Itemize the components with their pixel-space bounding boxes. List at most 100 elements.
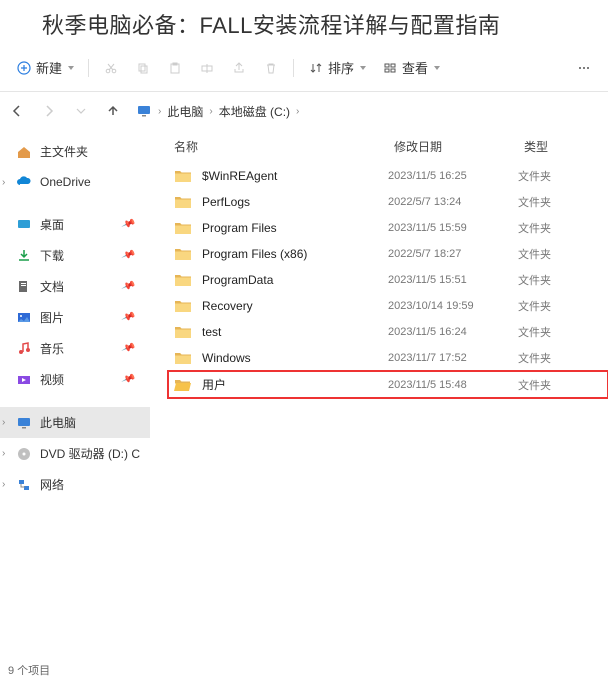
copy-button[interactable] <box>127 56 159 80</box>
trash-icon <box>263 60 279 76</box>
sort-label: 排序 <box>328 58 354 77</box>
file-row[interactable]: 用户2023/11/5 15:48文件夹 <box>168 371 608 398</box>
file-name: Windows <box>202 351 251 365</box>
expand-icon[interactable]: › <box>2 177 5 188</box>
file-row[interactable]: test2023/11/5 16:24文件夹 <box>168 319 608 345</box>
paste-button[interactable] <box>159 56 191 80</box>
sidebar-item-pictures[interactable]: 图片 📌 <box>0 302 150 333</box>
file-type: 文件夹 <box>518 220 598 236</box>
file-row[interactable]: PerfLogs2022/5/7 13:24文件夹 <box>168 189 608 215</box>
scissors-icon <box>103 60 119 76</box>
file-type: 文件夹 <box>518 298 598 314</box>
navigation-bar: › 此电脑 › 本地磁盘 (C:) › <box>0 92 608 130</box>
file-name-cell: PerfLogs <box>174 195 388 209</box>
breadcrumb-drive[interactable]: 本地磁盘 (C:) <box>219 103 290 120</box>
file-list-pane: 名称 修改日期 类型 $WinREAgent2023/11/5 16:25文件夹… <box>150 130 608 660</box>
view-button[interactable]: 查看 <box>374 54 448 81</box>
file-type: 文件夹 <box>518 194 598 210</box>
expand-icon[interactable]: › <box>2 417 5 428</box>
column-date[interactable]: 修改日期 <box>394 138 524 155</box>
sidebar-item-thispc[interactable]: › 此电脑 <box>0 407 150 438</box>
sidebar-item-onedrive[interactable]: › OneDrive <box>0 167 150 197</box>
page-title: 秋季电脑必备：FALL安装流程详解与配置指南 <box>0 0 608 50</box>
folder-icon <box>174 169 192 183</box>
sidebar: 主文件夹 › OneDrive 桌面 📌 下载 📌 <box>0 130 150 660</box>
share-button[interactable] <box>223 56 255 80</box>
sidebar-item-desktop[interactable]: 桌面 📌 <box>0 209 150 240</box>
home-icon <box>16 144 32 160</box>
separator <box>293 59 294 77</box>
file-name-cell: Program Files (x86) <box>174 247 388 261</box>
file-row[interactable]: Program Files (x86)2022/5/7 18:27文件夹 <box>168 241 608 267</box>
disc-icon <box>16 446 32 462</box>
sidebar-item-videos[interactable]: 视频 📌 <box>0 364 150 395</box>
picture-icon <box>16 310 32 326</box>
cloud-icon <box>16 174 32 190</box>
up-button[interactable] <box>104 102 122 120</box>
sidebar-item-label: 桌面 <box>40 216 64 233</box>
breadcrumb[interactable]: › 此电脑 › 本地磁盘 (C:) › <box>136 103 600 120</box>
toolbar: 新建 排序 <box>0 50 608 92</box>
new-button[interactable]: 新建 <box>8 54 82 81</box>
file-name: Recovery <box>202 299 253 313</box>
sidebar-item-home[interactable]: 主文件夹 <box>0 136 150 167</box>
file-row[interactable]: $WinREAgent2023/11/5 16:25文件夹 <box>168 163 608 189</box>
delete-button[interactable] <box>255 56 287 80</box>
rename-button[interactable] <box>191 56 223 80</box>
file-type: 文件夹 <box>518 350 598 366</box>
new-label: 新建 <box>36 58 62 77</box>
back-button[interactable] <box>8 102 26 120</box>
sidebar-item-downloads[interactable]: 下载 📌 <box>0 240 150 271</box>
file-name: 用户 <box>202 376 226 393</box>
folder-icon <box>174 351 192 365</box>
sidebar-item-documents[interactable]: 文档 📌 <box>0 271 150 302</box>
file-date: 2023/11/5 15:48 <box>388 379 518 391</box>
sort-button[interactable]: 排序 <box>300 54 374 81</box>
recent-button[interactable] <box>72 102 90 120</box>
file-row[interactable]: Recovery 2023/10/14 19:59文件夹 <box>168 293 608 319</box>
file-row[interactable]: Program Files 2023/11/5 15:59文件夹 <box>168 215 608 241</box>
pin-icon: 📌 <box>120 248 135 263</box>
column-name[interactable]: 名称 <box>174 138 394 155</box>
sidebar-item-label: 文档 <box>40 278 64 295</box>
network-icon <box>16 477 32 493</box>
expand-icon[interactable]: › <box>2 479 5 490</box>
column-type[interactable]: 类型 <box>524 138 604 155</box>
file-list: $WinREAgent2023/11/5 16:25文件夹PerfLogs202… <box>150 163 608 398</box>
breadcrumb-root[interactable]: 此电脑 <box>167 103 203 120</box>
more-button[interactable] <box>568 56 600 80</box>
expand-icon[interactable]: › <box>2 448 5 459</box>
file-date: 2023/11/5 15:59 <box>388 222 518 234</box>
file-name: Program Files (x86) <box>202 247 307 261</box>
folder-icon <box>174 378 192 392</box>
forward-button[interactable] <box>40 102 58 120</box>
pin-icon: 📌 <box>120 372 135 387</box>
video-icon <box>16 372 32 388</box>
sidebar-item-music[interactable]: 音乐 📌 <box>0 333 150 364</box>
folder-icon <box>174 325 192 339</box>
file-name-cell: 用户 <box>174 376 388 393</box>
share-icon <box>231 60 247 76</box>
sidebar-item-dvd[interactable]: › DVD 驱动器 (D:) C <box>0 438 150 469</box>
sidebar-item-label: 下载 <box>40 247 64 264</box>
folder-icon <box>174 273 192 287</box>
file-type: 文件夹 <box>518 246 598 262</box>
file-name-cell: $WinREAgent <box>174 169 388 183</box>
desktop-icon <box>16 217 32 233</box>
file-row[interactable]: Windows2023/11/7 17:52文件夹 <box>168 345 608 371</box>
column-headers[interactable]: 名称 修改日期 类型 <box>150 130 608 163</box>
monitor-icon <box>136 103 152 119</box>
sidebar-item-label: 图片 <box>40 309 64 326</box>
file-name-cell: ProgramData <box>174 273 388 287</box>
file-type: 文件夹 <box>518 272 598 288</box>
ellipsis-icon <box>576 60 592 76</box>
file-date: 2023/11/5 16:24 <box>388 326 518 338</box>
sidebar-item-network[interactable]: › 网络 <box>0 469 150 500</box>
file-date: 2023/10/14 19:59 <box>388 300 518 312</box>
view-icon <box>382 60 398 76</box>
cut-button[interactable] <box>95 56 127 80</box>
sidebar-item-label: 此电脑 <box>40 414 76 431</box>
file-name: Program Files <box>202 221 277 235</box>
file-row[interactable]: ProgramData2023/11/5 15:51文件夹 <box>168 267 608 293</box>
separator <box>88 59 89 77</box>
